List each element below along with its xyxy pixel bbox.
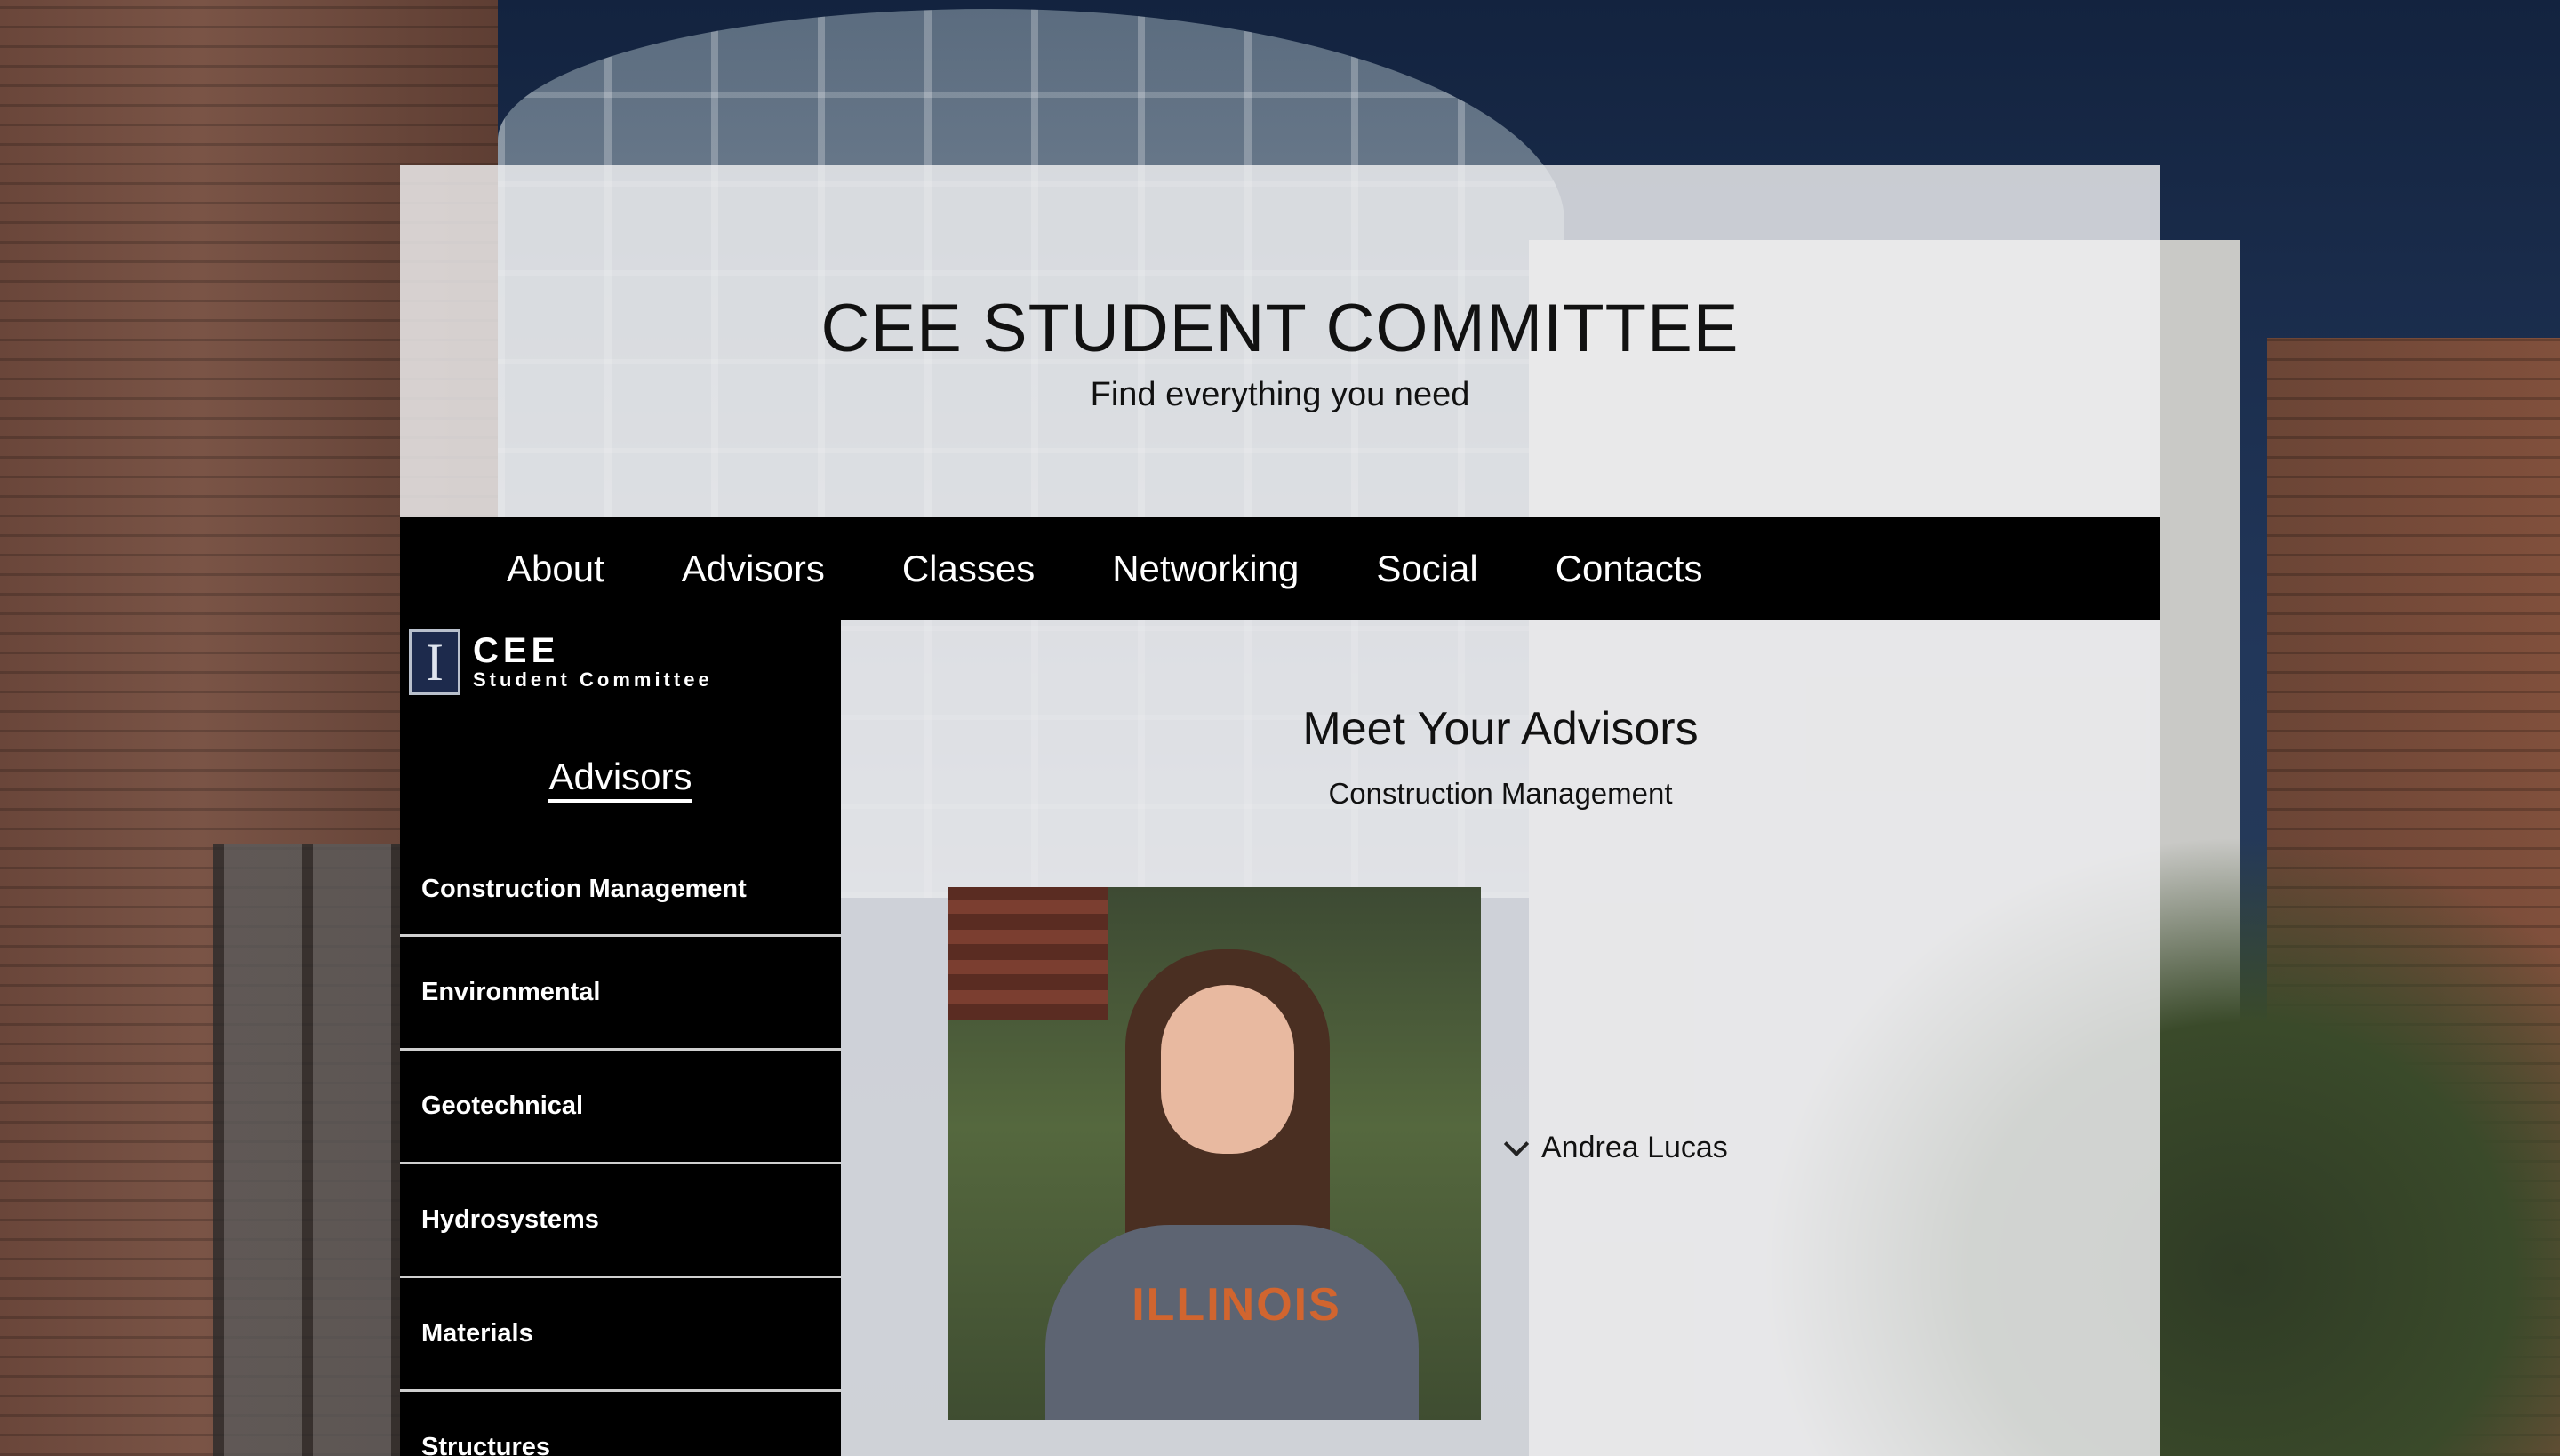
nav-contacts[interactable]: Contacts <box>1556 548 1703 590</box>
nav-networking[interactable]: Networking <box>1112 548 1299 590</box>
advisor-photo: ILLINOIS <box>948 887 1481 1420</box>
sidebar-item-construction-management[interactable]: Construction Management <box>400 859 841 937</box>
site-header: CEE STUDENT COMMITTEE Find everything yo… <box>400 165 2160 517</box>
nav-advisors[interactable]: Advisors <box>682 548 825 590</box>
sidebar-heading-link[interactable]: Advisors <box>548 756 692 803</box>
advisor-name: Andrea Lucas <box>1541 1131 1728 1164</box>
sidebar-item-materials[interactable]: Materials <box>400 1278 841 1392</box>
chevron-down-icon <box>1503 1131 1530 1156</box>
page-subtitle: Construction Management <box>1328 777 1673 810</box>
main-content: Meet Your Advisors Construction Manageme… <box>841 620 2160 1456</box>
sidebar-heading: Advisors <box>400 756 841 803</box>
main-nav: About Advisors Classes Networking Social… <box>400 517 2160 620</box>
advisor-toggle[interactable]: Andrea Lucas <box>1503 1131 1728 1165</box>
logo-text-cee: CEE <box>473 631 560 670</box>
nav-about[interactable]: About <box>507 548 604 590</box>
photo-shirt-text: ILLINOIS <box>1132 1279 1341 1331</box>
site-subtitle: Find everything you need <box>1090 376 1470 413</box>
nav-social[interactable]: Social <box>1376 548 1477 590</box>
page-title: Meet Your Advisors <box>1302 703 1699 755</box>
sidebar: I CEE Student Committee Advisors Constru… <box>400 620 841 1456</box>
logo-text-student-committee: Student Committee <box>473 668 713 691</box>
sidebar-item-environmental[interactable]: Environmental <box>400 937 841 1051</box>
site-title: CEE STUDENT COMMITTEE <box>820 291 1740 366</box>
illinois-block-i-icon: I <box>409 629 460 695</box>
cee-logo[interactable]: I CEE Student Committee <box>409 629 713 695</box>
sidebar-item-hydrosystems[interactable]: Hydrosystems <box>400 1164 841 1278</box>
nav-classes[interactable]: Classes <box>902 548 1035 590</box>
sidebar-item-geotechnical[interactable]: Geotechnical <box>400 1051 841 1164</box>
sidebar-item-structures[interactable]: Structures <box>400 1392 841 1456</box>
sidebar-list: Construction Management Environmental Ge… <box>400 859 841 1456</box>
